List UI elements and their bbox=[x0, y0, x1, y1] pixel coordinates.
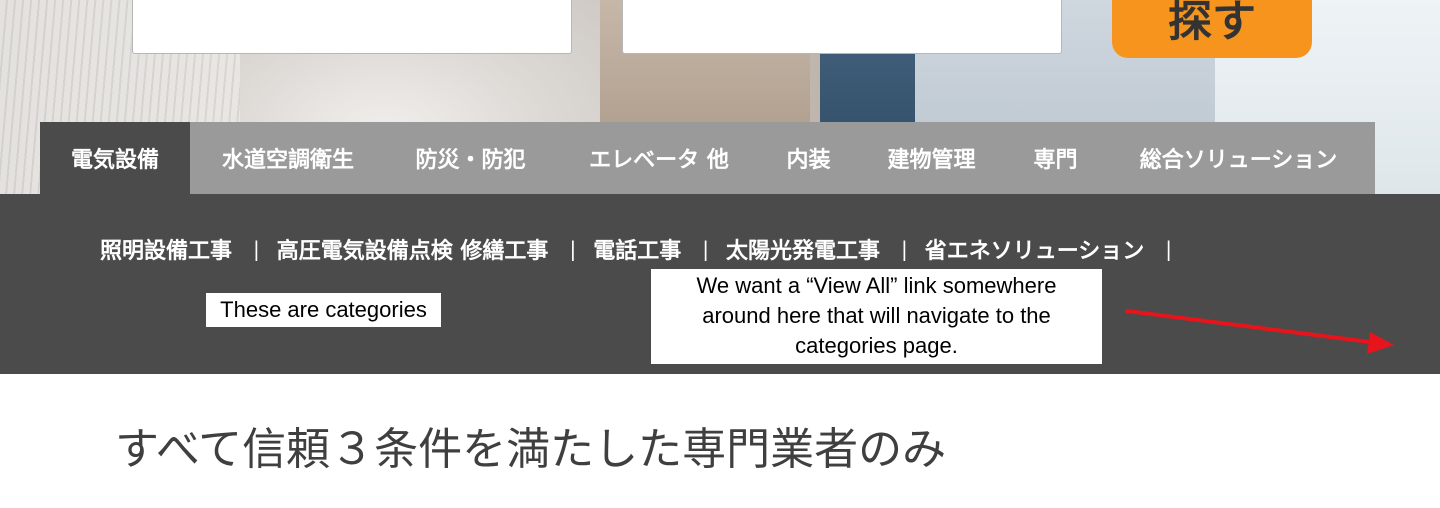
search-button[interactable]: 探す bbox=[1112, 0, 1312, 58]
tab-building-management[interactable]: 建物管理 bbox=[854, 122, 1009, 194]
tab-label: 専門 bbox=[1033, 148, 1078, 173]
tab-electrical[interactable]: 電気設備 bbox=[40, 122, 190, 194]
tab-interior[interactable]: 内装 bbox=[763, 122, 854, 194]
tab-label: 防災・防犯 bbox=[415, 148, 526, 173]
separator: | bbox=[900, 237, 908, 261]
tab-total-solution[interactable]: 総合ソリューション bbox=[1102, 122, 1375, 194]
separator: | bbox=[1165, 237, 1173, 261]
red-arrow-icon bbox=[1125, 309, 1394, 354]
tab-plumbing-hvac[interactable]: 水道空調衛生 bbox=[190, 122, 386, 194]
subcategory-list: 照明設備工事 | 高圧電気設備点検 修繕工事 | 電話工事 | 太陽光発電工事 … bbox=[100, 232, 1189, 266]
tab-disaster-security[interactable]: 防災・防犯 bbox=[386, 122, 555, 194]
separator: | bbox=[702, 237, 709, 261]
tab-label: 総合ソリューション bbox=[1139, 148, 1338, 173]
view-all-annotation-line: around here that will navigate to the bbox=[702, 303, 1051, 328]
subcategory-link-telephone[interactable]: 電話工事 bbox=[593, 233, 681, 265]
search-input-area[interactable] bbox=[132, 0, 572, 54]
subcategory-link-energy-saving[interactable]: 省エネソリューション bbox=[925, 233, 1145, 265]
view-all-annotation-line: We want a “View All” link somewhere bbox=[696, 273, 1057, 298]
view-all-annotation-line: categories page. bbox=[795, 333, 958, 358]
tab-specialist[interactable]: 専門 bbox=[1009, 122, 1102, 194]
subcategory-panel: 照明設備工事 | 高圧電気設備点検 修繕工事 | 電話工事 | 太陽光発電工事 … bbox=[0, 194, 1440, 374]
subcategory-link-solar[interactable]: 太陽光発電工事 bbox=[726, 233, 880, 265]
subcategory-link-high-voltage[interactable]: 高圧電気設備点検 修繕工事 bbox=[277, 233, 549, 265]
category-tabs: 電気設備 水道空調衛生 防災・防犯 エレベータ 他 内装 建物管理 専門 総合ソ… bbox=[40, 122, 1375, 194]
categories-annotation-text: These are categories bbox=[220, 297, 427, 322]
search-input-keyword[interactable] bbox=[622, 0, 1062, 54]
separator: | bbox=[569, 237, 577, 261]
tab-label: 水道空調衛生 bbox=[221, 148, 354, 173]
separator: | bbox=[253, 237, 260, 261]
tab-elevator[interactable]: エレベータ 他 bbox=[555, 122, 763, 194]
tab-label: 電気設備 bbox=[70, 148, 159, 173]
search-button-label: 探す bbox=[1168, 0, 1256, 47]
subcategory-link-lighting[interactable]: 照明設備工事 bbox=[100, 233, 232, 265]
page-heading: すべて信頼３条件を満たした専門業者のみ bbox=[115, 424, 947, 475]
tab-label: エレベータ 他 bbox=[589, 148, 729, 173]
tab-label: 建物管理 bbox=[887, 148, 976, 173]
tab-label: 内装 bbox=[786, 148, 831, 173]
view-all-annotation: We want a “View All” link somewhere arou… bbox=[651, 269, 1102, 364]
categories-annotation: These are categories bbox=[206, 293, 441, 327]
